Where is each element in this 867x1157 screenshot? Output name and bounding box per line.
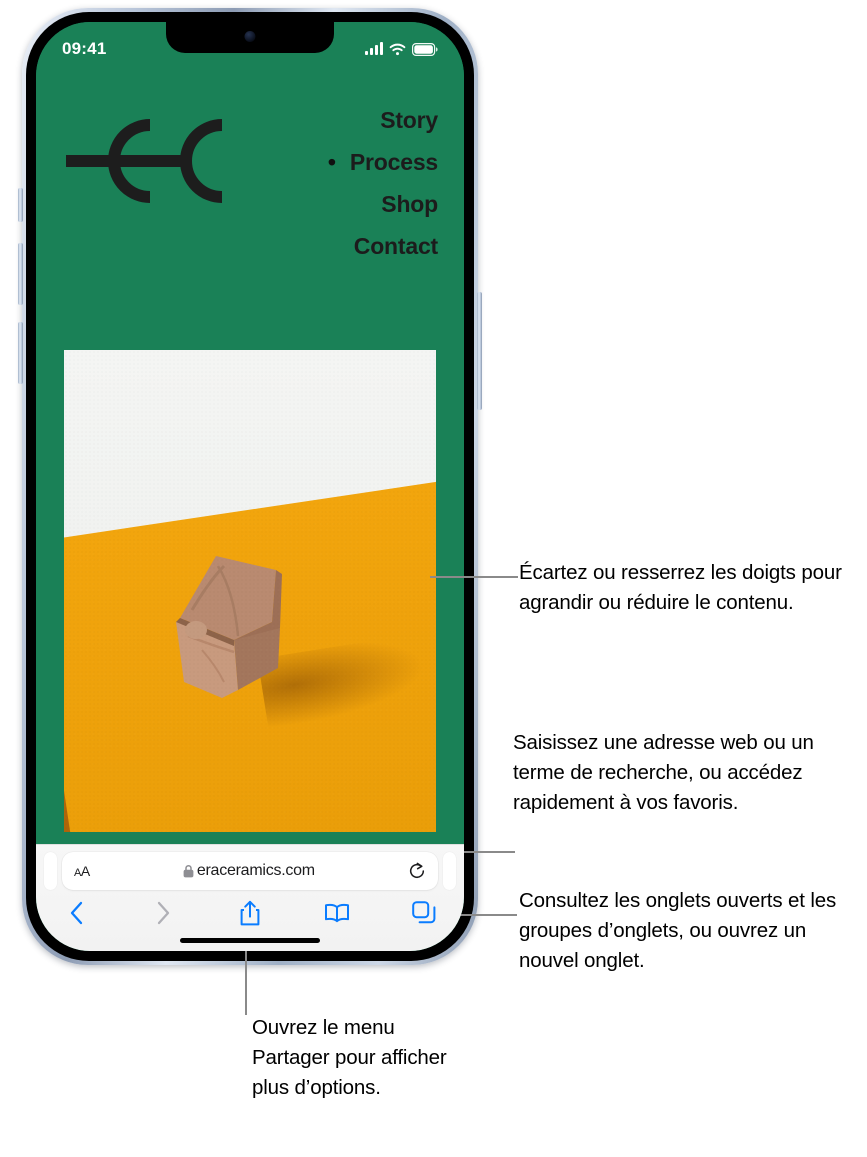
battery-icon (412, 42, 438, 56)
text-size-button[interactable]: AA (74, 863, 90, 879)
volume-up-button[interactable] (18, 243, 23, 305)
site-nav[interactable]: Story Process Shop Contact (328, 100, 438, 266)
lock-icon (183, 864, 194, 878)
back-button[interactable] (62, 899, 90, 927)
callout-address: Saisissez une adresse web ou un terme de… (513, 731, 814, 814)
book-icon (325, 903, 349, 923)
previous-tab-peek[interactable] (44, 852, 57, 890)
share-button[interactable] (236, 899, 264, 927)
ring-switch[interactable] (18, 188, 23, 222)
power-button[interactable] (477, 292, 482, 410)
volume-down-button[interactable] (18, 322, 23, 384)
share-icon (240, 900, 260, 925)
tabs-button[interactable] (410, 899, 438, 927)
cellular-signal-icon (365, 42, 383, 55)
callout-share: Ouvrez le menu Partager pour afficher pl… (252, 1016, 447, 1099)
front-camera-icon (244, 31, 256, 42)
safari-bottom-bar: AA eraceramics.com (36, 844, 464, 951)
text-size-large-a: A (80, 863, 90, 879)
home-indicator[interactable] (180, 938, 320, 943)
chevron-right-icon (157, 901, 169, 925)
wifi-icon (389, 43, 406, 55)
notch (166, 22, 334, 53)
nav-item-process[interactable]: Process (328, 142, 438, 182)
bookmarks-button[interactable] (323, 899, 351, 927)
nav-item-story[interactable]: Story (380, 100, 438, 140)
status-time: 09:41 (62, 39, 107, 58)
screenshot-root: Story Process Shop Contact (0, 0, 867, 1157)
forward-button[interactable] (149, 899, 177, 927)
phone-screen: Story Process Shop Contact (36, 22, 464, 951)
nav-item-contact[interactable]: Contact (354, 226, 438, 266)
reload-icon[interactable] (408, 862, 426, 880)
tabs-icon (412, 901, 436, 924)
url-text: eraceramics.com (196, 862, 315, 879)
status-indicators (365, 42, 438, 56)
era-ceramics-logo[interactable] (62, 110, 238, 212)
hero-photo[interactable] (64, 350, 436, 832)
next-tab-peek[interactable] (443, 852, 456, 890)
nav-item-shop[interactable]: Shop (381, 184, 438, 224)
text-size-small-a: A (74, 867, 81, 879)
address-bar-row: AA eraceramics.com (36, 852, 464, 890)
leader-line-zoom (430, 576, 518, 578)
url-display[interactable]: eraceramics.com (90, 862, 408, 880)
photo-film-grain (64, 350, 436, 832)
address-bar[interactable]: AA eraceramics.com (62, 852, 438, 890)
site-header: Story Process Shop Contact (36, 100, 464, 266)
callout-tabs: Consultez les onglets ouverts et les gro… (519, 889, 837, 972)
safari-toolbar (36, 890, 464, 932)
chevron-left-icon (70, 901, 82, 925)
callout-zoom: Écartez ou resserrez les doigts pour agr… (519, 561, 842, 614)
safari-web-content[interactable]: Story Process Shop Contact (36, 22, 464, 951)
